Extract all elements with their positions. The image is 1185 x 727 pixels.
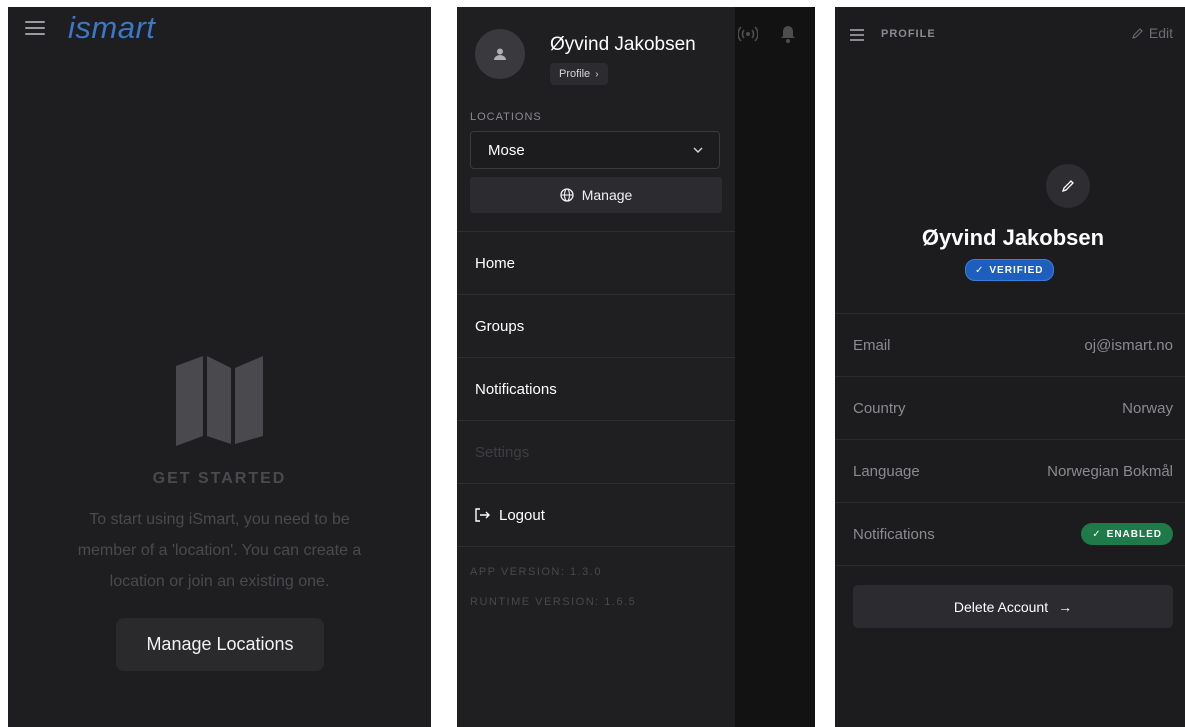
notifications-enabled-badge[interactable]: ✓ ENABLED [1081, 523, 1173, 545]
profile-link-label: Profile [559, 68, 591, 80]
profile-row-country: Country Norway [835, 377, 1185, 440]
row-key: Notifications [853, 525, 935, 543]
hamburger-menu-icon[interactable] [25, 21, 45, 39]
user-icon [494, 48, 506, 60]
navigation-drawer-screen: Øyvind Jakobsen Profile › LOCATIONS Mose… [457, 7, 815, 727]
get-started-screen: ismart GET STARTED To start using iSmart… [8, 7, 431, 727]
empty-state-title: GET STARTED [152, 470, 287, 487]
pencil-icon [1061, 180, 1074, 193]
chevron-right-icon: › [595, 68, 599, 80]
logout-label: Logout [499, 506, 545, 524]
globe-icon [560, 188, 574, 202]
nav-item-notifications[interactable]: Notifications [457, 358, 735, 421]
locations-label: LOCATIONS [470, 111, 542, 123]
edit-avatar-button[interactable] [1046, 164, 1090, 208]
selected-location: Mose [488, 141, 525, 159]
drawer-nav: Home Groups Notifications Settings Logou… [457, 231, 735, 547]
manage-label: Manage [581, 187, 633, 203]
row-value: Norway [1122, 399, 1173, 417]
row-key: Language [853, 462, 920, 480]
pencil-icon [1132, 28, 1143, 39]
delete-account-label: Delete Account [953, 598, 1049, 615]
app-version: APP VERSION: 1.3.0 [470, 566, 602, 578]
background-header-icons [738, 25, 796, 43]
map-icon [176, 356, 263, 446]
user-name: Øyvind Jakobsen [550, 34, 696, 55]
row-key: Country [853, 399, 906, 417]
navigation-drawer: Øyvind Jakobsen Profile › LOCATIONS Mose… [457, 7, 735, 727]
app-logo: ismart [68, 10, 156, 45]
check-icon: ✓ [1092, 528, 1102, 540]
runtime-version: RUNTIME VERSION: 1.6.5 [470, 596, 637, 608]
manage-locations-button[interactable]: Manage [470, 177, 722, 213]
avatar[interactable] [475, 29, 525, 79]
verified-badge: ✓ VERIFIED [965, 259, 1054, 281]
chevron-down-icon [693, 147, 703, 153]
profile-screen: PROFILE Edit Øyvind Jakobsen ✓ VERIFIED … [835, 7, 1185, 727]
edit-label: Edit [1148, 25, 1173, 41]
profile-row-email: Email oj@ismart.no [835, 314, 1185, 377]
page-title: PROFILE [881, 28, 936, 40]
row-value: oj@ismart.no [1084, 336, 1173, 354]
logout-icon [475, 508, 490, 522]
nav-item-settings: Settings [457, 421, 735, 484]
nav-item-home[interactable]: Home [457, 232, 735, 295]
profile-row-notifications: Notifications ✓ ENABLED [835, 503, 1185, 566]
hamburger-menu-icon[interactable] [850, 29, 864, 44]
profile-link-button[interactable]: Profile › [550, 63, 608, 85]
bell-icon [781, 26, 795, 43]
logout-button[interactable]: Logout [457, 484, 735, 547]
signal-icon [738, 26, 758, 42]
manage-locations-button[interactable]: Manage Locations [116, 618, 324, 671]
arrow-right-icon: → [1058, 598, 1073, 615]
delete-account-button[interactable]: Delete Account → [853, 585, 1173, 628]
empty-state-description: To start using iSmart, you need to be me… [77, 511, 362, 590]
profile-name: Øyvind Jakobsen [921, 225, 1105, 250]
verified-label: VERIFIED [989, 264, 1044, 276]
check-icon: ✓ [975, 264, 985, 276]
row-value: Norwegian Bokmål [1047, 462, 1173, 480]
edit-button[interactable]: Edit [1132, 25, 1173, 41]
profile-row-language: Language Norwegian Bokmål [835, 440, 1185, 503]
row-key: Email [853, 336, 891, 354]
location-select[interactable]: Mose [470, 131, 720, 169]
enabled-label: ENABLED [1106, 528, 1162, 540]
profile-details-list: Email oj@ismart.no Country Norway Langua… [835, 313, 1185, 566]
nav-item-groups[interactable]: Groups [457, 295, 735, 358]
